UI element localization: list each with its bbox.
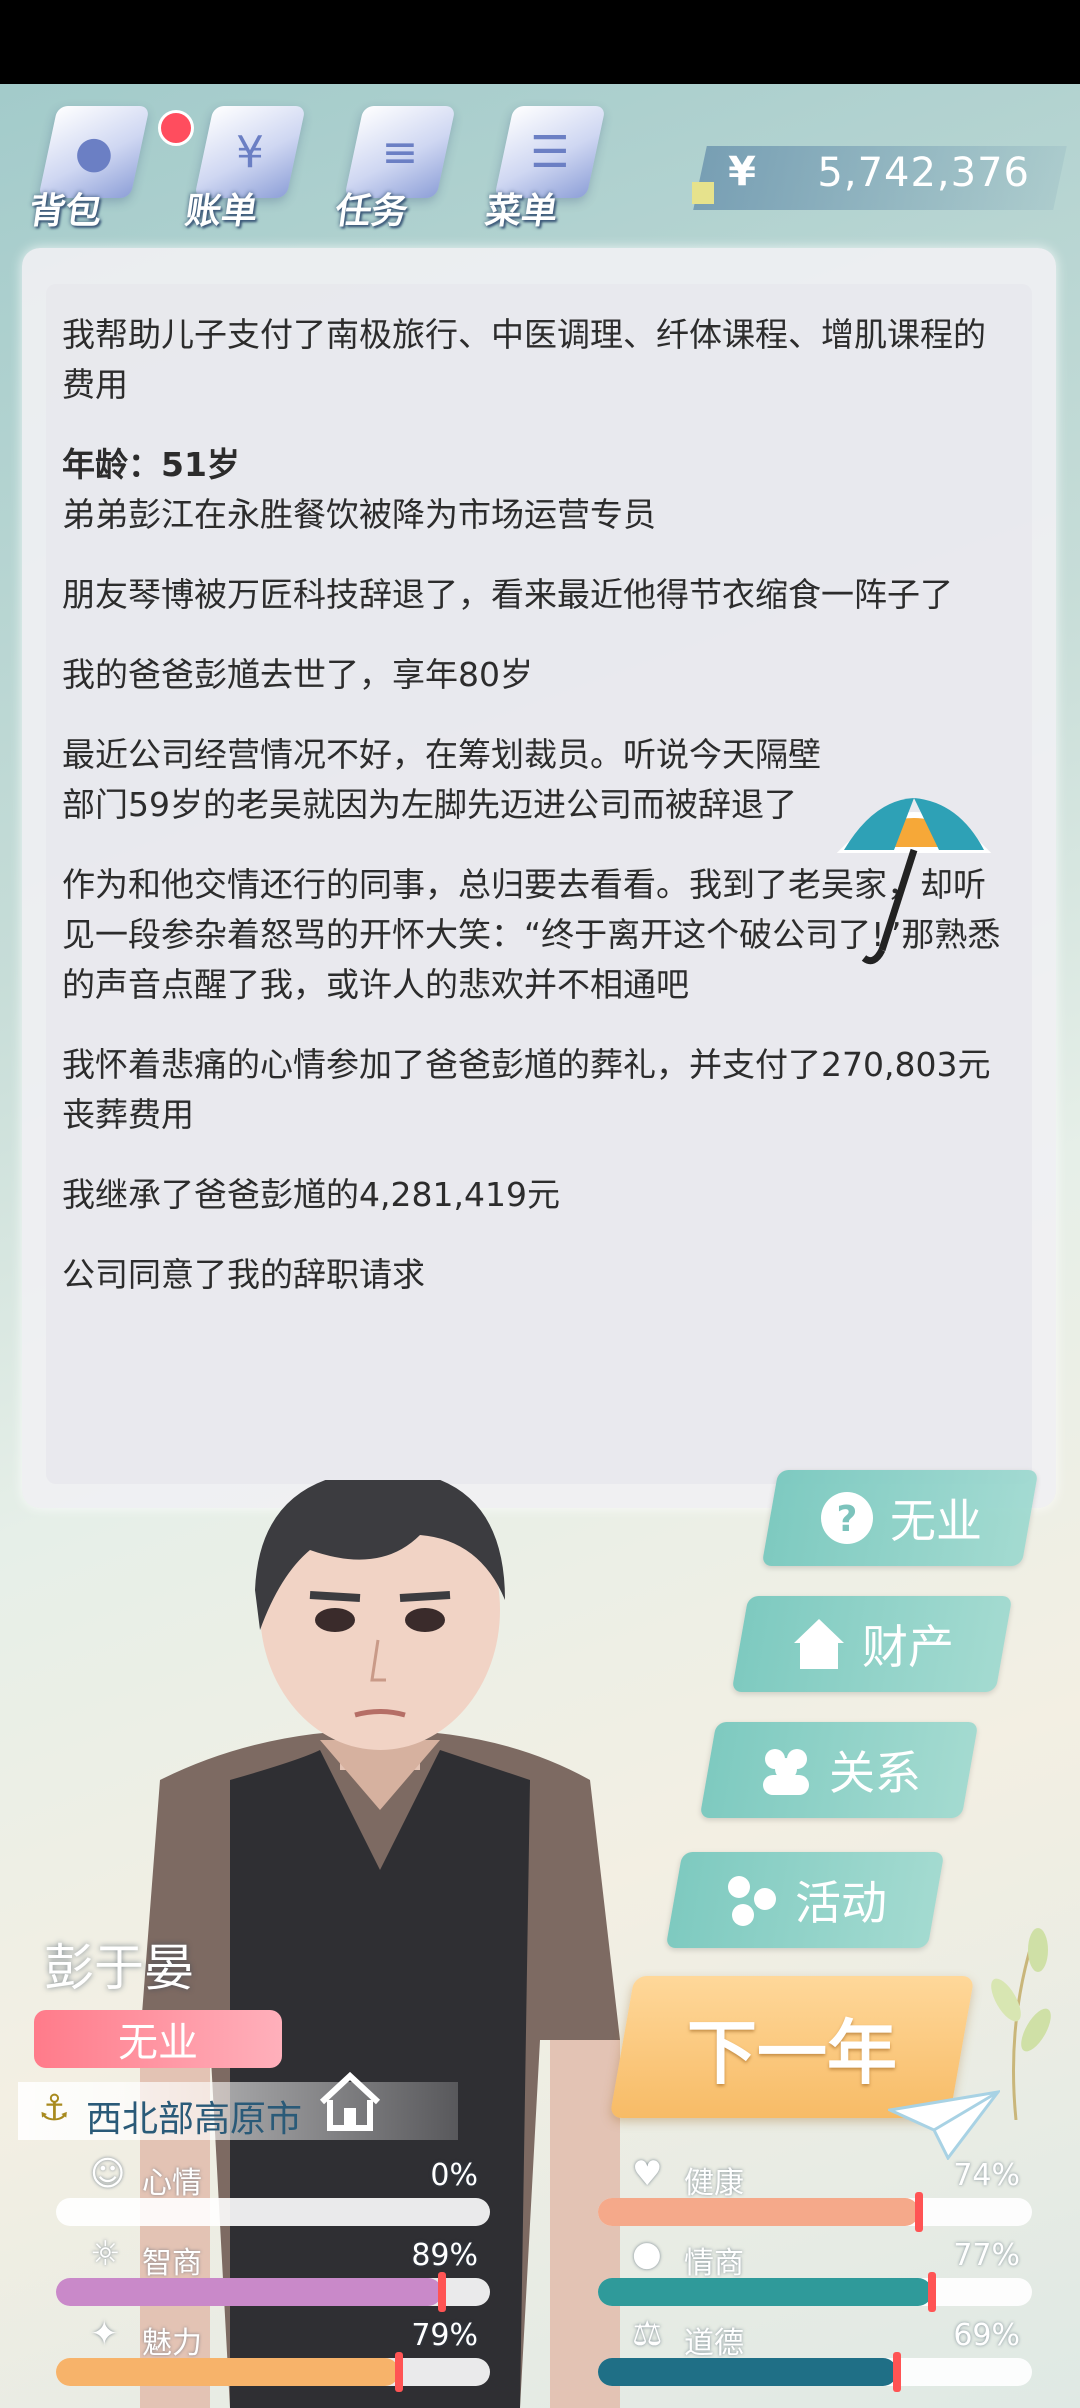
stat-value: 79%: [411, 2318, 478, 2353]
eq-apple-icon: ●: [632, 2234, 662, 2274]
stat-0: ☺ 心情 0%: [56, 2154, 490, 2230]
stat-bar-marker: [893, 2352, 902, 2392]
stat-bar-fill: [56, 2278, 443, 2306]
stat-bar-track: [56, 2198, 490, 2226]
morality-scale-icon: ⚖: [632, 2314, 663, 2354]
svg-text:?: ?: [837, 1499, 858, 1540]
status-bar: [0, 0, 1080, 84]
menu-task-button[interactable]: ≡ 任务: [333, 98, 456, 234]
stat-label: 智商: [142, 2246, 202, 2281]
property-button[interactable]: 财产: [731, 1596, 1013, 1692]
log-entry: 公司同意了我的辞职请求: [62, 1255, 425, 1294]
anchor-icon: ⚓: [38, 2088, 71, 2129]
health-heart-icon: ♥: [632, 2154, 663, 2194]
job-button-label: 无业: [890, 1494, 982, 1548]
paper-plane-icon: [888, 2090, 1000, 2160]
home-icon: [794, 1619, 844, 1669]
stat-bar-fill: [598, 2358, 898, 2386]
activity-icon: [728, 1876, 776, 1926]
stat-label: 情商: [684, 2246, 744, 2281]
stat-bar-track: [598, 2272, 1032, 2312]
stat-4: ✦ 魅力 79%: [56, 2314, 490, 2392]
property-button-label: 财产: [862, 1620, 954, 1674]
stat-bar-marker: [394, 2352, 403, 2392]
log-entry: 弟弟彭江在永胜餐饮被降为市场运营专员: [62, 495, 656, 534]
log-entry: 我怀着悲痛的心情参加了爸爸彭馗的葬礼，并支付了270,803元丧葬费用: [62, 1045, 991, 1134]
stat-value: 89%: [411, 2238, 478, 2273]
stat-label: 心情: [142, 2166, 202, 2201]
stat-label: 魅力: [142, 2326, 202, 2361]
stat-bar-fill: [598, 2278, 933, 2306]
money-decor: [692, 182, 714, 204]
stat-value: 77%: [953, 2238, 1020, 2273]
relations-button-label: 关系: [829, 1746, 921, 1800]
menu-bill-label: 账单: [182, 191, 261, 232]
log-entry: 我继承了爸爸彭馗的4,281,419元: [62, 1175, 560, 1214]
money-value: 5,742,376: [817, 150, 1030, 196]
location-text: 西北部高原市: [86, 2099, 303, 2140]
stat-label: 道德: [684, 2326, 744, 2361]
intelligence-bulb-icon: ☼: [90, 2234, 121, 2274]
log-entry: 最近公司经营情况不好，在筹划裁员。听说今天隔壁部门59岁的老吴就因为左脚先迈进公…: [62, 735, 821, 824]
menu-backpack-button[interactable]: ● 背包: [27, 98, 194, 234]
stat-bar-marker: [438, 2272, 447, 2312]
stat-value: 0%: [430, 2158, 478, 2193]
log-entry: 朋友琴博被万匠科技辞退了，看来最近他得节衣缩食一阵子了: [62, 575, 953, 614]
job-button[interactable]: ? 无业: [761, 1470, 1039, 1566]
stat-label: 健康: [684, 2166, 744, 2201]
mood-icon: ☺: [90, 2154, 126, 2194]
stat-3: ● 情商 77%: [598, 2234, 1032, 2312]
stat-bar-marker: [915, 2192, 924, 2232]
stat-1: ♥ 健康 74%: [598, 2154, 1032, 2232]
stat-bar-track: [598, 2352, 1032, 2392]
yen-icon: ¥: [728, 149, 756, 195]
umbrella-icon: [836, 798, 992, 965]
stat-value: 74%: [953, 2158, 1020, 2193]
stat-bar-track: [56, 2352, 490, 2392]
log-entry: 我帮助儿子支付了南极旅行、中医调理、纤体课程、增肌课程的费用: [62, 315, 986, 404]
character-status-badge: 无业: [34, 2010, 282, 2068]
menu-bill-button[interactable]: ¥ 账单: [183, 98, 306, 234]
people-icon: [763, 1749, 809, 1795]
stat-bar-marker: [928, 2272, 937, 2312]
stat-bar-fill: [56, 2358, 399, 2386]
menu-main-button[interactable]: ☰ 菜单: [483, 98, 606, 234]
stat-bar-fill: [598, 2198, 920, 2226]
character-name: 彭于晏: [44, 1939, 194, 1997]
stat-2: ☼ 智商 89%: [56, 2234, 490, 2312]
log-entry: 我的爸爸彭馗去世了，享年80岁: [62, 655, 533, 694]
charm-star-icon: ✦: [90, 2314, 119, 2354]
activities-button-label: 活动: [795, 1876, 887, 1930]
stat-value: 69%: [953, 2318, 1020, 2353]
menu-task-label: 任务: [332, 191, 411, 232]
activities-button[interactable]: 活动: [665, 1852, 945, 1948]
stat-bar-track: [56, 2272, 490, 2312]
home-outline-icon[interactable]: [318, 2070, 382, 2134]
menu-backpack-label: 背包: [26, 191, 105, 232]
menu-main-label: 菜单: [482, 191, 561, 232]
stat-5: ⚖ 道德 69%: [598, 2314, 1032, 2392]
question-icon: ?: [821, 1492, 873, 1544]
age-heading: 年龄：51岁: [62, 445, 240, 484]
top-menu: ● 背包 ¥ 账单 ≡ 任务 ☰ 菜单 ¥ 5,742,376: [0, 84, 1080, 244]
stat-bar-track: [598, 2192, 1032, 2232]
relations-button[interactable]: 关系: [699, 1722, 979, 1818]
